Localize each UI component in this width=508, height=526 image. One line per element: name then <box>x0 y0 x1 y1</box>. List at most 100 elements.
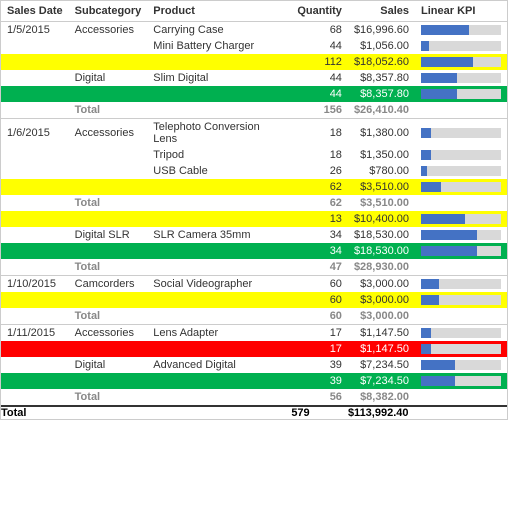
cell-qty: 39 <box>291 357 348 373</box>
cell-sales: $3,510.00 <box>348 195 415 211</box>
cell-subcat <box>69 373 148 389</box>
table-row: Total 156 $26,410.40 <box>1 102 507 119</box>
cell-kpi <box>415 259 507 276</box>
cell-kpi <box>415 292 507 308</box>
cell-subcat: Digital SLR <box>69 227 148 243</box>
cell-qty: 156 <box>291 102 348 119</box>
cell-sales: $18,052.60 <box>348 54 415 70</box>
table-row: Total 60 $3,000.00 <box>1 308 507 325</box>
table-row: 39 $7,234.50 <box>1 373 507 389</box>
cell-subcat <box>69 38 148 54</box>
cell-qty: 62 <box>291 195 348 211</box>
col-header-qty: Quantity <box>291 1 348 22</box>
cell-sales: $1,147.50 <box>348 325 415 342</box>
table-header-row: Sales Date Subcategory Product Quantity … <box>1 1 507 22</box>
cell-qty: 44 <box>291 70 348 86</box>
cell-qty: 34 <box>291 243 348 259</box>
cell-date <box>1 195 69 211</box>
cell-date <box>1 259 69 276</box>
cell-product <box>147 54 291 70</box>
cell-date <box>1 243 69 259</box>
cell-sales: $16,996.60 <box>348 22 415 39</box>
table-row: 44 $8,357.80 <box>1 86 507 102</box>
cell-product <box>147 389 291 406</box>
cell-product: Mini Battery Charger <box>147 38 291 54</box>
cell-qty: 26 <box>291 163 348 179</box>
cell-subcat: Camcorders <box>69 276 148 293</box>
cell-qty: 44 <box>291 38 348 54</box>
cell-product <box>147 259 291 276</box>
cell-date <box>1 38 69 54</box>
cell-sales: $3,000.00 <box>348 276 415 293</box>
cell-kpi <box>415 163 507 179</box>
cell-product <box>147 292 291 308</box>
cell-sales: $28,930.00 <box>348 259 415 276</box>
cell-date <box>1 211 69 227</box>
cell-qty: 39 <box>291 373 348 389</box>
cell-kpi <box>415 179 507 195</box>
table-row: Digital Slim Digital 44 $8,357.80 <box>1 70 507 86</box>
cell-date: 1/10/2015 <box>1 276 69 293</box>
cell-qty: 34 <box>291 227 348 243</box>
cell-date <box>1 341 69 357</box>
cell-product <box>147 243 291 259</box>
grand-total-kpi <box>415 406 507 419</box>
cell-product: Slim Digital <box>147 70 291 86</box>
cell-sales: $7,234.50 <box>348 357 415 373</box>
cell-kpi <box>415 22 507 39</box>
cell-date <box>1 70 69 86</box>
table-row: USB Cable 26 $780.00 <box>1 163 507 179</box>
cell-product: Lens Adapter <box>147 325 291 342</box>
cell-subcat: Total <box>69 308 148 325</box>
cell-sales: $3,000.00 <box>348 308 415 325</box>
cell-subcat: Digital <box>69 70 148 86</box>
cell-product: Carrying Case <box>147 22 291 39</box>
cell-subcat: Accessories <box>69 22 148 39</box>
cell-sales: $8,357.80 <box>348 86 415 102</box>
cell-kpi <box>415 86 507 102</box>
cell-subcat <box>69 211 148 227</box>
cell-subcat <box>69 292 148 308</box>
cell-kpi <box>415 70 507 86</box>
cell-sales: $26,410.40 <box>348 102 415 119</box>
cell-sales: $18,530.00 <box>348 243 415 259</box>
cell-subcat: Accessories <box>69 325 148 342</box>
cell-sales: $7,234.50 <box>348 373 415 389</box>
cell-qty: 18 <box>291 119 348 148</box>
grand-total-label: Total <box>1 406 291 419</box>
cell-date <box>1 102 69 119</box>
cell-product <box>147 211 291 227</box>
cell-product: SLR Camera 35mm <box>147 227 291 243</box>
cell-sales: $10,400.00 <box>348 211 415 227</box>
cell-kpi <box>415 102 507 119</box>
cell-qty: 17 <box>291 325 348 342</box>
grand-total-qty: 579 <box>291 406 348 419</box>
table-row: Tripod 18 $1,350.00 <box>1 147 507 163</box>
cell-product <box>147 179 291 195</box>
main-table-container: Sales Date Subcategory Product Quantity … <box>0 0 508 420</box>
cell-product: Social Videographer <box>147 276 291 293</box>
grand-total-sales: $113,992.40 <box>348 406 415 419</box>
cell-qty: 62 <box>291 179 348 195</box>
cell-subcat: Accessories <box>69 119 148 148</box>
cell-subcat <box>69 163 148 179</box>
cell-date <box>1 54 69 70</box>
col-header-subcat: Subcategory <box>69 1 148 22</box>
cell-product <box>147 373 291 389</box>
cell-date <box>1 163 69 179</box>
cell-kpi <box>415 373 507 389</box>
cell-subcat: Total <box>69 195 148 211</box>
cell-kpi <box>415 276 507 293</box>
cell-sales: $8,357.80 <box>348 70 415 86</box>
cell-qty: 60 <box>291 308 348 325</box>
cell-product <box>147 308 291 325</box>
cell-qty: 112 <box>291 54 348 70</box>
cell-date <box>1 389 69 406</box>
cell-kpi <box>415 308 507 325</box>
cell-kpi <box>415 341 507 357</box>
cell-product <box>147 195 291 211</box>
cell-date <box>1 357 69 373</box>
cell-date <box>1 86 69 102</box>
cell-date <box>1 179 69 195</box>
table-row: 1/6/2015 Accessories Telephoto Conversio… <box>1 119 507 148</box>
